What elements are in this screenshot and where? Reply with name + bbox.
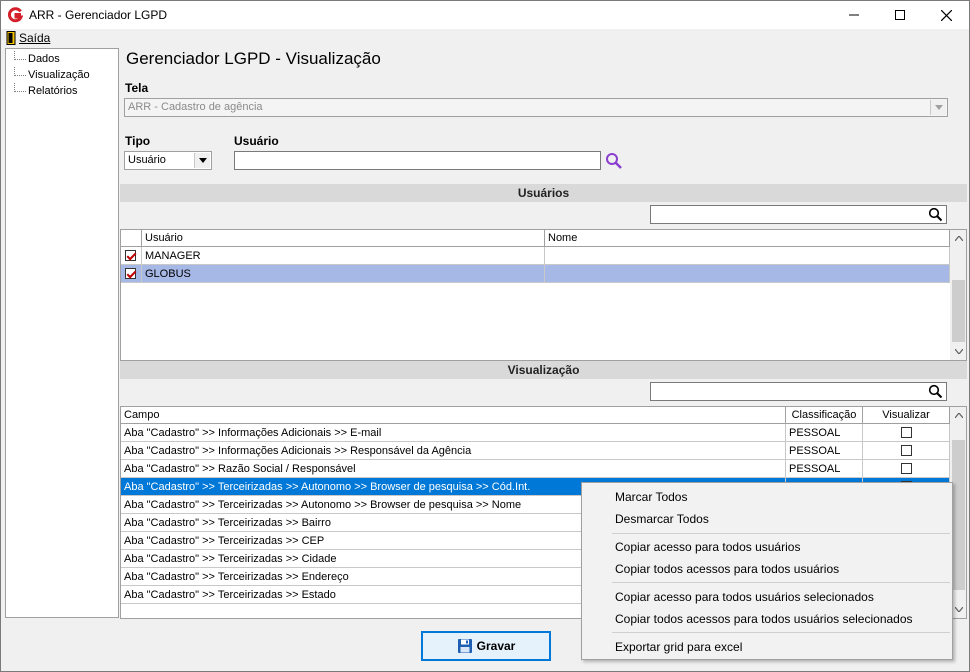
menu-item-exportar-excel[interactable]: Exportar grid para excel <box>582 635 952 657</box>
campo-cell: Aba "Cadastro" >> Informações Adicionais… <box>121 424 786 442</box>
tipo-select[interactable]: Usuário <box>124 151 212 170</box>
menu-item-copiar-todos-acessos[interactable]: Copiar todos acessos para todos usuários <box>582 557 952 579</box>
table-row[interactable]: GLOBUS <box>121 265 950 283</box>
nome-cell <box>545 265 950 283</box>
tipo-select-value: Usuário <box>128 154 166 166</box>
tree-connector <box>14 51 26 60</box>
scroll-up-icon[interactable] <box>950 407 966 424</box>
users-grid-scrollbar[interactable] <box>950 230 966 360</box>
user-checkbox[interactable] <box>125 268 136 279</box>
classificacao-cell: PESSOAL <box>786 424 863 442</box>
scroll-down-icon[interactable] <box>950 343 966 360</box>
save-button[interactable]: Gravar <box>421 631 551 661</box>
window-title: ARR - Gerenciador LGPD <box>29 8 168 22</box>
visualizar-cell <box>863 424 950 442</box>
menu-exit[interactable]: Saída <box>6 30 50 46</box>
users-grid-header: Usuário Nome <box>121 230 950 247</box>
header-campo[interactable]: Campo <box>121 407 786 424</box>
header-usuario[interactable]: Usuário <box>142 230 545 247</box>
check-cell <box>121 265 142 283</box>
nome-cell <box>545 247 950 265</box>
search-icon[interactable] <box>605 152 623 173</box>
tree-item-label: Relatórios <box>28 85 78 97</box>
tipo-label: Tipo <box>125 134 151 148</box>
menu-item-marcar-todos[interactable]: Marcar Todos <box>582 485 952 507</box>
maximize-icon <box>895 10 905 20</box>
menu-exit-label: Saída <box>19 31 51 45</box>
view-section-header: Visualização <box>120 361 967 379</box>
campo-cell: Aba "Cadastro" >> Razão Social / Respons… <box>121 460 786 478</box>
visualizar-checkbox[interactable] <box>901 445 912 456</box>
menu-separator <box>612 533 950 534</box>
app-logo-icon <box>7 7 24 23</box>
tree-connector <box>14 83 26 92</box>
table-row[interactable]: Aba "Cadastro" >> Informações Adicionais… <box>121 424 950 442</box>
header-check-column <box>121 230 142 247</box>
scroll-up-icon[interactable] <box>950 230 966 247</box>
tree-connector <box>14 67 26 76</box>
menu-separator <box>612 632 950 633</box>
header-visualizar[interactable]: Visualizar <box>863 407 950 424</box>
floppy-disk-icon <box>457 639 472 653</box>
visualizar-checkbox[interactable] <box>901 463 912 474</box>
search-icon[interactable] <box>928 207 943 225</box>
menu-item-copiar-acesso-selecionados[interactable]: Copiar acesso para todos usuários seleci… <box>582 585 952 607</box>
scroll-thumb[interactable] <box>952 440 965 590</box>
campo-cell: Aba "Cadastro" >> Informações Adicionais… <box>121 442 786 460</box>
tela-label: Tela <box>125 81 149 95</box>
view-search-input[interactable] <box>650 382 947 401</box>
check-cell <box>121 247 142 265</box>
table-row[interactable]: Aba "Cadastro" >> Informações Adicionais… <box>121 442 950 460</box>
users-section-header: Usuários <box>120 184 967 202</box>
classificacao-cell: PESSOAL <box>786 442 863 460</box>
tela-select-value: ARR - Cadastro de agência <box>128 101 263 113</box>
usuario-cell: MANAGER <box>142 247 545 265</box>
visualizar-cell <box>863 442 950 460</box>
app-window: ARR - Gerenciador LGPD Saída Dados Visua <box>0 0 970 672</box>
table-row[interactable]: Aba "Cadastro" >> Razão Social / Respons… <box>121 460 950 478</box>
tree-item-relatorios[interactable]: Relatórios <box>6 83 118 99</box>
tree-item-visualizacao[interactable]: Visualização <box>6 67 118 83</box>
usuario-cell: GLOBUS <box>142 265 545 283</box>
menu-item-copiar-todos-acessos-selecionados[interactable]: Copiar todos acessos para todos usuários… <box>582 607 952 629</box>
visualizar-checkbox[interactable] <box>901 427 912 438</box>
header-classificacao[interactable]: Classificação <box>786 407 863 424</box>
context-menu: Marcar Todos Desmarcar Todos Copiar aces… <box>581 482 953 660</box>
chevron-down-icon <box>194 153 210 168</box>
menu-item-copiar-acesso[interactable]: Copiar acesso para todos usuários <box>582 535 952 557</box>
close-button[interactable] <box>923 1 969 29</box>
menu-item-desmarcar-todos[interactable]: Desmarcar Todos <box>582 507 952 529</box>
chevron-down-icon <box>930 100 946 115</box>
navigation-tree: Dados Visualização Relatórios <box>5 48 119 618</box>
header-nome[interactable]: Nome <box>545 230 950 247</box>
scroll-thumb[interactable] <box>952 280 965 342</box>
tree-item-dados[interactable]: Dados <box>6 51 118 67</box>
menu-bar: Saída <box>1 29 969 47</box>
usuario-label: Usuário <box>234 134 279 148</box>
menu-separator <box>612 582 950 583</box>
maximize-button[interactable] <box>877 1 923 29</box>
tela-select[interactable]: ARR - Cadastro de agência <box>124 98 948 117</box>
usuario-input[interactable] <box>234 151 601 170</box>
visualizar-cell <box>863 460 950 478</box>
users-grid: Usuário Nome MANAGER GLOBUS <box>120 229 967 361</box>
exit-door-icon <box>6 31 16 45</box>
save-button-label: Gravar <box>476 639 516 653</box>
user-checkbox[interactable] <box>125 250 136 261</box>
page-title: Gerenciador LGPD - Visualização <box>126 49 381 68</box>
classificacao-cell: PESSOAL <box>786 460 863 478</box>
tree-item-label: Visualização <box>28 69 90 81</box>
table-row[interactable]: MANAGER <box>121 247 950 265</box>
title-bar: ARR - Gerenciador LGPD <box>1 1 969 29</box>
search-icon[interactable] <box>928 384 943 402</box>
tree-item-label: Dados <box>28 53 60 65</box>
users-search-input[interactable] <box>650 205 947 224</box>
close-icon <box>940 9 952 21</box>
minimize-icon <box>849 14 859 16</box>
minimize-button[interactable] <box>831 1 877 29</box>
view-grid-header: Campo Classificação Visualizar <box>121 407 950 424</box>
